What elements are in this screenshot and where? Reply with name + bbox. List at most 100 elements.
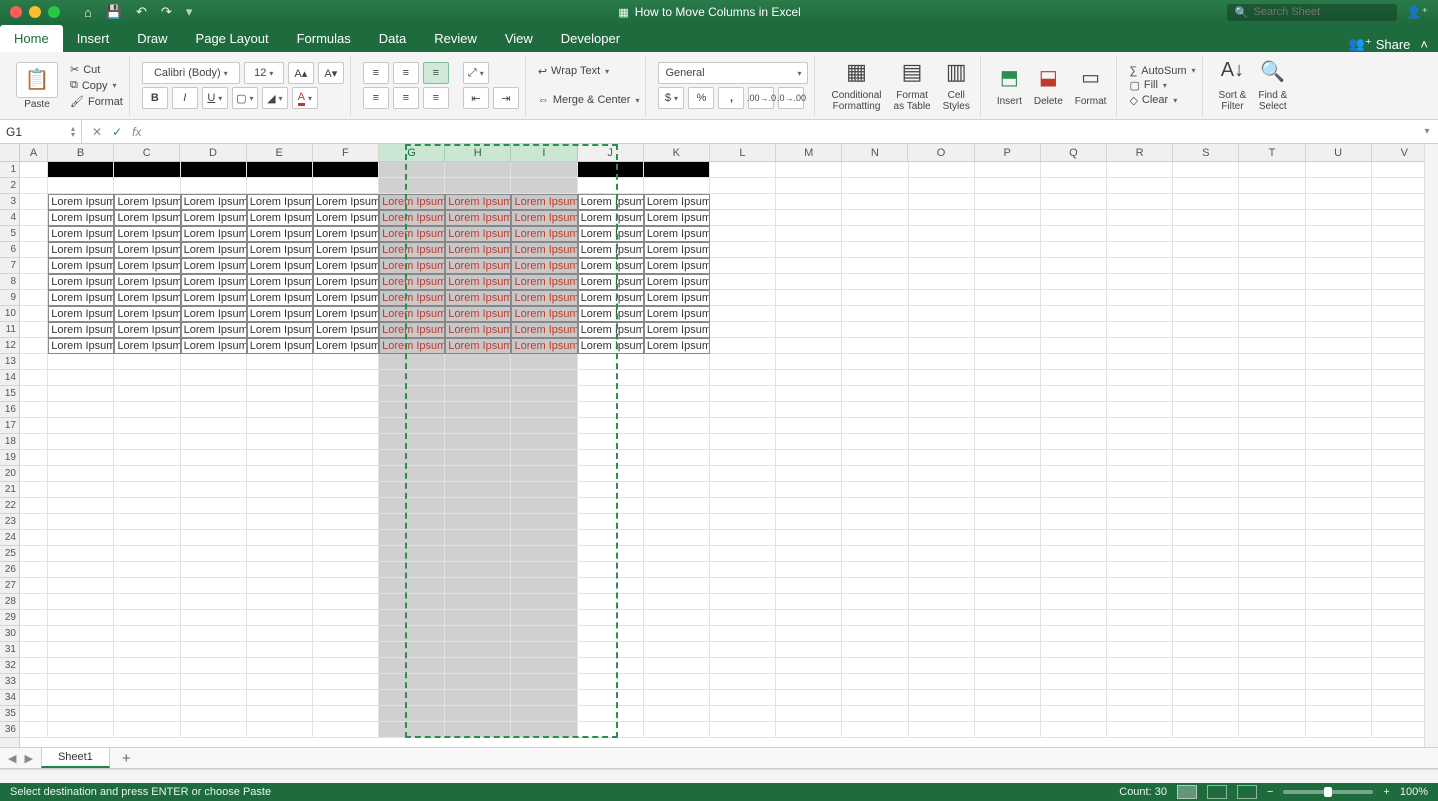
cell[interactable] <box>1041 610 1107 626</box>
cell[interactable] <box>181 642 247 658</box>
cell[interactable]: Lorem Ipsum <box>114 226 180 242</box>
save-icon[interactable]: 💾 <box>106 4 122 20</box>
conditional-formatting-button[interactable]: ▦Conditional Formatting <box>827 59 885 112</box>
cell[interactable] <box>1239 722 1305 738</box>
cell[interactable] <box>379 690 445 706</box>
cell[interactable] <box>644 690 710 706</box>
cut-button[interactable]: ✂Cut <box>70 63 123 76</box>
cell[interactable]: Lorem Ipsum <box>511 338 577 354</box>
cell[interactable] <box>1173 578 1239 594</box>
fx-icon[interactable]: fx <box>132 125 141 139</box>
row-header-29[interactable]: 29 <box>0 610 19 626</box>
cell[interactable] <box>1173 642 1239 658</box>
cell[interactable] <box>511 514 577 530</box>
cell[interactable] <box>1107 690 1173 706</box>
cell[interactable] <box>114 722 180 738</box>
cell[interactable] <box>511 354 577 370</box>
cell[interactable] <box>842 210 908 226</box>
cell[interactable] <box>181 658 247 674</box>
cell[interactable] <box>181 498 247 514</box>
column-header-M[interactable]: M <box>776 144 842 161</box>
cell[interactable] <box>1173 274 1239 290</box>
cell[interactable] <box>909 546 975 562</box>
cell[interactable] <box>710 386 776 402</box>
cell[interactable] <box>1239 674 1305 690</box>
cell[interactable] <box>1041 466 1107 482</box>
row-header-25[interactable]: 25 <box>0 546 19 562</box>
cell[interactable] <box>445 466 511 482</box>
cell[interactable] <box>445 706 511 722</box>
cell[interactable] <box>1239 658 1305 674</box>
cell[interactable] <box>710 162 776 178</box>
cell[interactable] <box>1107 562 1173 578</box>
sort-filter-button[interactable]: A↓Sort & Filter <box>1215 59 1251 112</box>
share-button[interactable]: 👥⁺Share <box>1349 36 1411 52</box>
cell[interactable] <box>181 370 247 386</box>
cell[interactable] <box>1239 258 1305 274</box>
cell[interactable] <box>114 690 180 706</box>
cell[interactable] <box>114 418 180 434</box>
cell[interactable] <box>710 194 776 210</box>
cell[interactable] <box>842 562 908 578</box>
minimize-window-button[interactable] <box>29 6 41 18</box>
cell[interactable] <box>1239 226 1305 242</box>
cell[interactable] <box>511 722 577 738</box>
cell[interactable] <box>379 434 445 450</box>
cell[interactable] <box>776 194 842 210</box>
cell[interactable] <box>578 178 644 194</box>
clear-button[interactable]: ◇Clear <box>1129 94 1195 107</box>
cell[interactable] <box>842 178 908 194</box>
cell[interactable] <box>379 178 445 194</box>
cell[interactable] <box>1239 482 1305 498</box>
cell[interactable] <box>975 322 1041 338</box>
cell[interactable] <box>710 322 776 338</box>
cell[interactable]: Lorem Ipsum <box>445 322 511 338</box>
cell[interactable] <box>313 514 379 530</box>
cell[interactable] <box>644 418 710 434</box>
cell[interactable]: Lorem Ipsum <box>313 242 379 258</box>
cell[interactable] <box>909 210 975 226</box>
row-header-30[interactable]: 30 <box>0 626 19 642</box>
cell[interactable] <box>114 370 180 386</box>
cell[interactable] <box>644 162 710 178</box>
cell[interactable] <box>511 162 577 178</box>
cell[interactable] <box>511 706 577 722</box>
column-header-C[interactable]: C <box>114 144 180 161</box>
cell[interactable] <box>1173 402 1239 418</box>
cell[interactable] <box>1107 210 1173 226</box>
cell[interactable] <box>842 386 908 402</box>
cell[interactable] <box>247 642 313 658</box>
cell[interactable] <box>975 658 1041 674</box>
cell[interactable] <box>1306 450 1372 466</box>
cell[interactable] <box>1107 194 1173 210</box>
cell[interactable] <box>975 642 1041 658</box>
cell[interactable] <box>48 530 114 546</box>
cell[interactable] <box>114 402 180 418</box>
cell[interactable] <box>644 578 710 594</box>
cell[interactable] <box>975 578 1041 594</box>
cell[interactable] <box>644 722 710 738</box>
cell[interactable] <box>710 514 776 530</box>
cell[interactable] <box>1107 290 1173 306</box>
cell[interactable] <box>909 514 975 530</box>
cell[interactable] <box>313 658 379 674</box>
cell[interactable]: Lorem Ipsum <box>445 226 511 242</box>
cell[interactable] <box>975 338 1041 354</box>
find-select-button[interactable]: 🔍Find & Select <box>1254 59 1291 112</box>
cell[interactable] <box>181 610 247 626</box>
cell[interactable] <box>445 530 511 546</box>
cell[interactable] <box>1173 162 1239 178</box>
cell[interactable] <box>909 418 975 434</box>
cell[interactable]: Lorem Ipsum <box>313 338 379 354</box>
cell[interactable] <box>1041 722 1107 738</box>
cell[interactable] <box>710 690 776 706</box>
column-header-G[interactable]: G <box>379 144 445 161</box>
cell[interactable] <box>710 722 776 738</box>
decrease-indent-button[interactable]: ⇤ <box>463 87 489 109</box>
cell[interactable]: Lorem Ipsum <box>379 242 445 258</box>
cell[interactable] <box>776 578 842 594</box>
cell[interactable] <box>1041 530 1107 546</box>
cell[interactable] <box>379 402 445 418</box>
cell[interactable] <box>975 514 1041 530</box>
cell[interactable] <box>313 450 379 466</box>
